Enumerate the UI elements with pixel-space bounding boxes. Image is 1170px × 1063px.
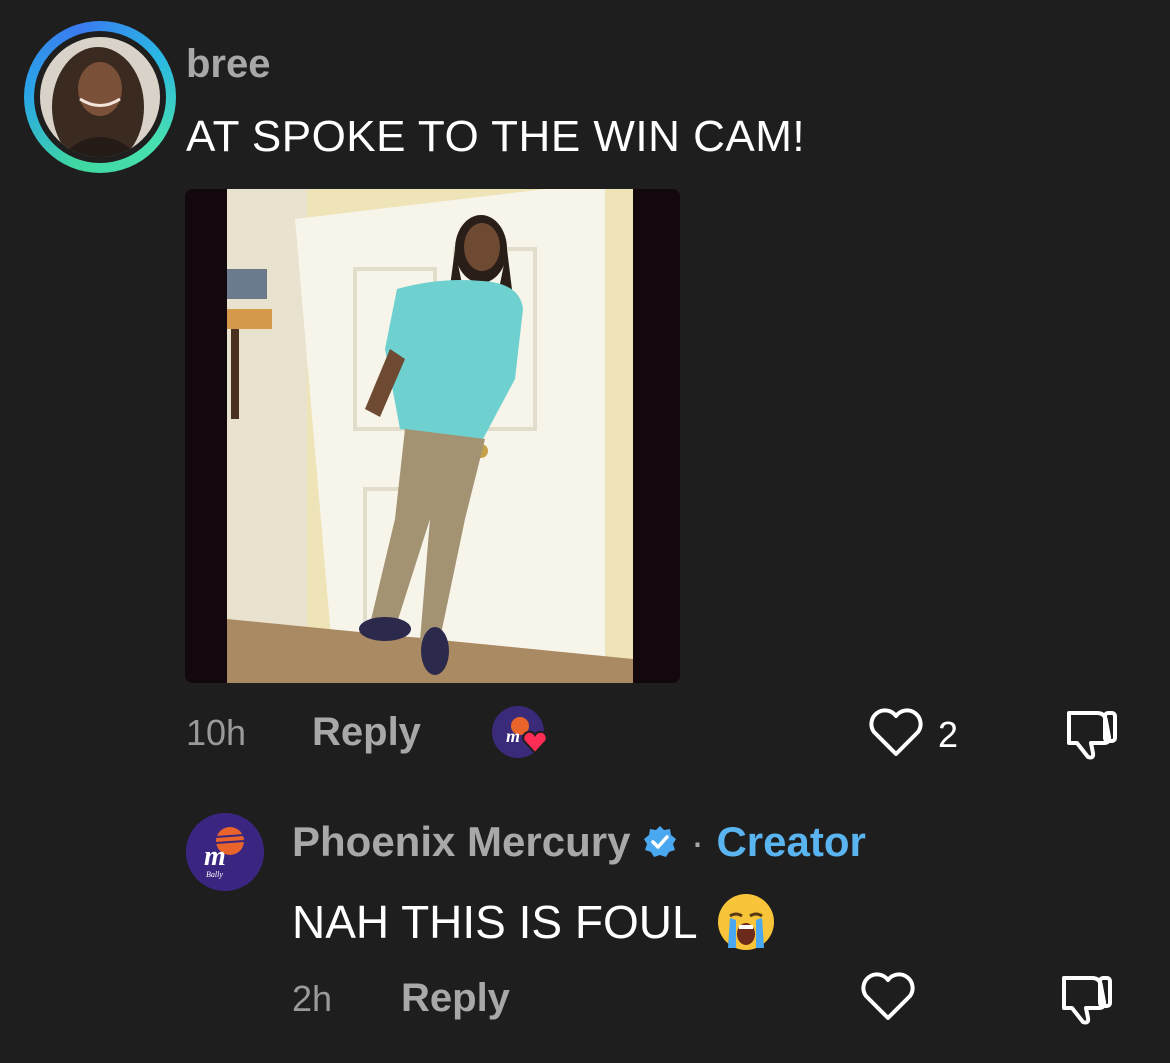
creator-liked-badge: m [492,706,554,764]
comment-timestamp: 10h [186,712,247,753]
comment-text: AT SPOKE TO THE WIN CAM! [186,112,806,161]
verified-badge-icon [644,826,677,857]
separator-dot: · [690,818,705,865]
crying-emoji-icon [716,892,776,952]
comment-reply-button[interactable]: Reply [312,710,421,755]
reply-timestamp: 2h [292,978,333,1019]
heart-badge-icon [522,730,548,754]
reply-text: NAH THIS IS FOUL [292,896,698,948]
svg-text:m: m [506,726,520,746]
reply-thumbs-down-icon[interactable] [1056,972,1116,1026]
avatar-photo [40,37,160,157]
user-avatar[interactable] [24,21,176,173]
reply-heart-outline-icon[interactable] [859,972,917,1022]
comment-username[interactable]: bree [186,42,271,87]
comment-image[interactable] [185,189,680,683]
reply-username-row: Phoenix Mercury · Creator [292,818,866,866]
team-avatar[interactable]: m Bally [186,813,264,891]
like-count: 2 [938,714,959,755]
reply-text-row: NAH THIS IS FOUL [292,892,776,952]
svg-text:Bally: Bally [206,870,223,879]
thumbs-down-icon[interactable] [1061,707,1121,761]
reply-reply-button[interactable]: Reply [401,976,510,1021]
heart-outline-icon[interactable] [867,708,925,758]
creator-label: Creator [716,818,866,865]
reply-username[interactable]: Phoenix Mercury [292,818,630,866]
svg-text:m: m [204,841,226,872]
